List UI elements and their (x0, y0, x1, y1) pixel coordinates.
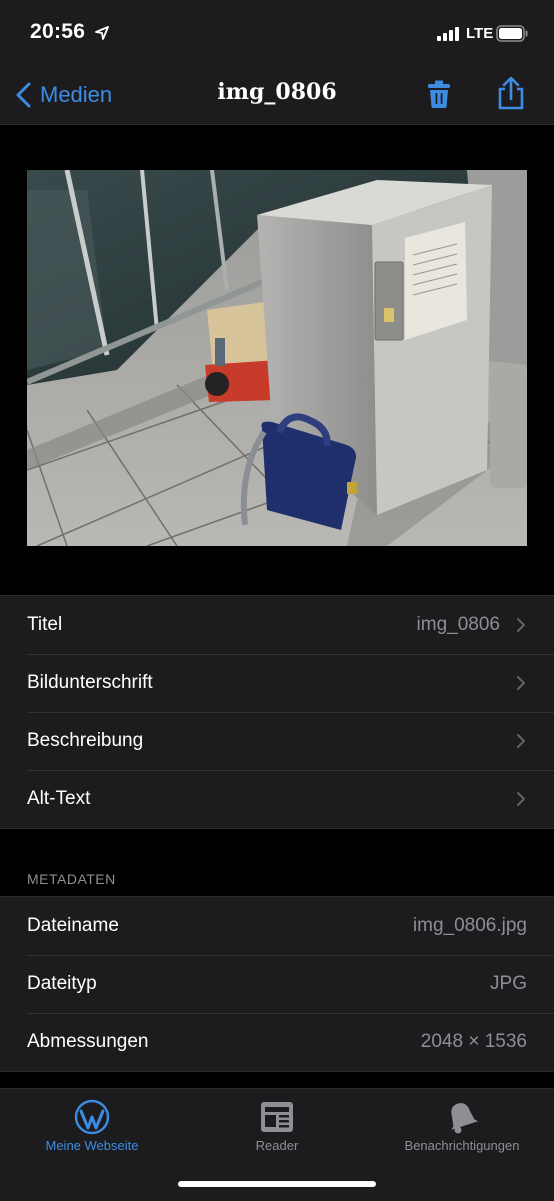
status-bar: 20:56 LTE (0, 0, 554, 66)
page-title: img_0806 (217, 79, 337, 105)
title-value: img_0806 (416, 614, 500, 635)
alt-text-row[interactable]: Alt-Text (0, 770, 554, 828)
image-preview-area (0, 125, 554, 591)
bell-icon (451, 1103, 479, 1134)
metadata-section-header: METADATEN (27, 871, 116, 887)
battery-icon (496, 25, 528, 42)
dimensions-label: Abmessungen (27, 1031, 149, 1052)
metadata-group: Dateiname img_0806.jpg Dateityp JPG Abme… (0, 896, 554, 1072)
trash-icon[interactable] (426, 79, 452, 109)
title-row[interactable]: Titel img_0806 (0, 596, 554, 654)
chevron-right-icon (517, 676, 525, 690)
status-time: 20:56 (30, 20, 86, 43)
filetype-row: Dateityp JPG (0, 955, 554, 1013)
tab-reader[interactable]: Reader (185, 1089, 369, 1169)
wordpress-icon (74, 1099, 110, 1135)
chevron-right-icon (517, 618, 525, 632)
tab-reader-label: Reader (255, 1138, 299, 1153)
network-type: LTE (466, 25, 494, 42)
description-label: Beschreibung (27, 730, 144, 751)
share-icon[interactable] (496, 76, 526, 110)
filename-row: Dateiname img_0806.jpg (0, 897, 554, 955)
filetype-value: JPG (490, 973, 527, 994)
chevron-right-icon (517, 792, 525, 806)
filetype-label: Dateityp (27, 973, 97, 994)
caption-label: Bildunterschrift (27, 672, 153, 693)
reader-icon (261, 1102, 293, 1132)
media-fields-group: Titel img_0806 Bildunterschrift Beschrei… (0, 595, 554, 829)
chevron-right-icon (517, 734, 525, 748)
title-label: Titel (27, 614, 63, 635)
description-row[interactable]: Beschreibung (0, 712, 554, 770)
navigation-bar: Medien img_0806 (0, 66, 554, 125)
caption-row[interactable]: Bildunterschrift (0, 654, 554, 712)
filename-value: img_0806.jpg (412, 915, 527, 936)
location-arrow-icon (95, 26, 109, 40)
tab-notifications[interactable]: Benachrichtigungen (370, 1089, 554, 1169)
filename-label: Dateiname (27, 915, 119, 936)
tab-my-site-label: Meine Webseite (45, 1138, 139, 1153)
cellular-signal-icon (437, 27, 459, 41)
tab-my-site[interactable]: Meine Webseite (0, 1089, 184, 1169)
dimensions-value: 2048 × 1536 (420, 1031, 527, 1052)
home-indicator (178, 1181, 376, 1187)
dimensions-row: Abmessungen 2048 × 1536 (0, 1013, 554, 1071)
tab-notifications-label: Benachrichtigungen (404, 1138, 520, 1153)
media-image[interactable] (27, 170, 527, 546)
alt-text-label: Alt-Text (27, 788, 91, 809)
